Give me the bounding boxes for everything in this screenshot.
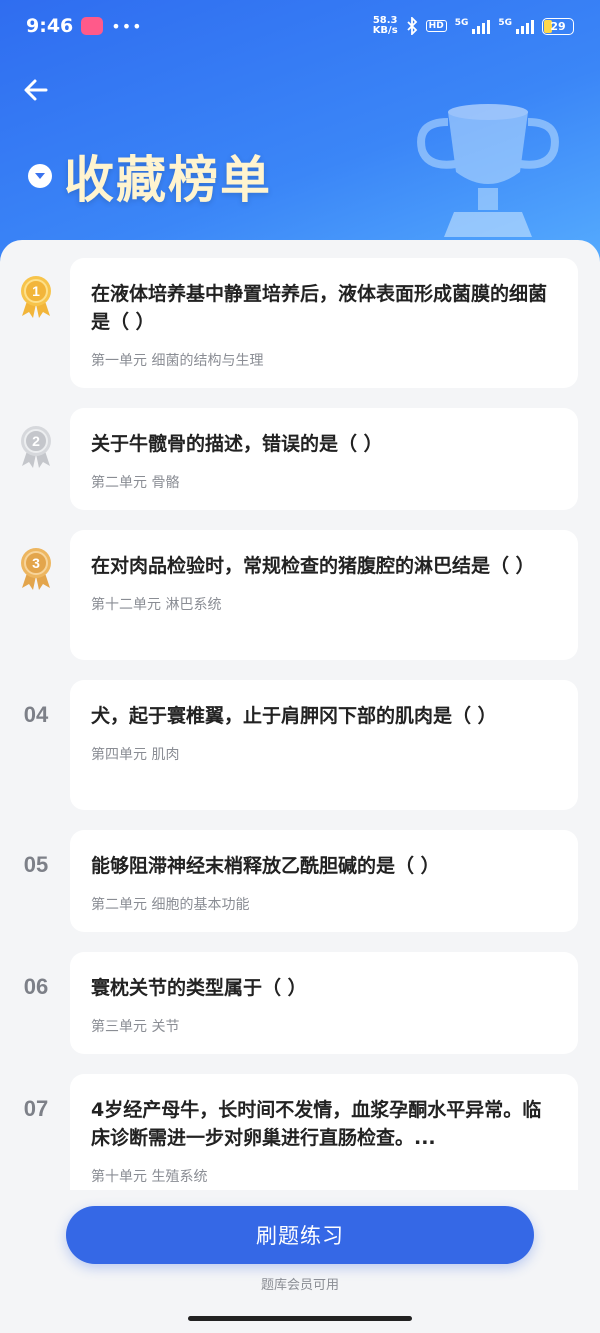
battery-level: 29 [550, 19, 566, 33]
bluetooth-icon [407, 17, 417, 35]
rank-number-wrap: 07 [14, 1096, 58, 1122]
app-notification-icon [81, 17, 104, 35]
unit-label: 第四单元 肌肉 [91, 747, 180, 763]
question-text: 关于牛髋骨的描述，错误的是（ ） [91, 433, 383, 455]
question-card[interactable]: 关于牛髋骨的描述，错误的是（ ） 第二单元 骨骼 [70, 408, 578, 510]
unit-label: 第十二单元 淋巴系统 [91, 597, 222, 613]
signal-icon-2: 5G [498, 18, 534, 34]
rank-number: 07 [23, 1096, 49, 1121]
status-time: 9:46 [26, 15, 74, 37]
page-title-row: 收藏榜单 [28, 140, 272, 212]
rank-badge: 2 [14, 424, 58, 470]
rank-number-wrap: 06 [14, 974, 58, 1000]
unit-label: 第三单元 关节 [91, 1019, 180, 1035]
svg-text:2: 2 [32, 433, 40, 449]
question-text: 在液体培养基中静置培养后，液体表面形成菌膜的细菌是（ ） [91, 283, 548, 333]
silver-medal-icon: 2 [21, 426, 51, 468]
signal-icon: 5G [455, 18, 491, 34]
question-text: 4岁经产母牛，长时间不发情，血浆孕酮水平异常。临床诊断需进一步对卵巢进行直肠检查… [91, 1099, 542, 1149]
network-type-label: 5G [454, 18, 469, 28]
svg-text:1: 1 [32, 283, 40, 299]
question-card[interactable]: 4岁经产母牛，长时间不发情，血浆孕酮水平异常。临床诊断需进一步对卵巢进行直肠检查… [70, 1074, 578, 1190]
question-card[interactable]: 能够阻滞神经末梢释放乙酰胆碱的是（ ） 第二单元 细胞的基本功能 [70, 830, 578, 932]
rank-number: 05 [23, 852, 49, 877]
rank-number: 04 [23, 702, 49, 727]
back-button[interactable] [18, 72, 54, 108]
hd-voice-icon: HD [425, 20, 447, 32]
page-title: 收藏榜单 [64, 151, 272, 209]
membership-note: 题库会员可用 [260, 1278, 339, 1293]
status-indicators: 58.3 KB/s HD 5G 5G 29 [373, 16, 574, 36]
practice-button[interactable]: 刷题练习 [66, 1206, 534, 1264]
status-bar: 9:46 ••• 58.3 KB/s HD 5G 5G 29 [0, 0, 600, 52]
bronze-medal-icon: 3 [21, 548, 51, 590]
rank-number-wrap: 05 [14, 852, 58, 878]
dropdown-icon[interactable] [28, 164, 52, 188]
rank-badge: 3 [14, 546, 58, 592]
rank-number-wrap: 04 [14, 702, 58, 728]
home-indicator[interactable] [188, 1316, 412, 1321]
unit-label: 第十单元 生殖系统 [91, 1169, 208, 1185]
trophy-icon [417, 104, 559, 237]
gold-medal-icon: 1 [21, 276, 51, 318]
question-card[interactable]: 寰枕关节的类型属于（ ） 第三单元 关节 [70, 952, 578, 1054]
network-speed-unit: KB/s [372, 25, 398, 36]
more-notifications-icon: ••• [111, 16, 143, 36]
svg-text:3: 3 [32, 555, 40, 571]
question-text: 寰枕关节的类型属于（ ） [91, 977, 307, 999]
battery-icon: 29 [542, 17, 574, 35]
rank-number: 06 [23, 974, 49, 999]
question-text: 犬，起于寰椎翼，止于肩胛冈下部的肌肉是（ ） [91, 705, 497, 727]
network-type-label-2: 5G [498, 18, 512, 28]
favorites-list: 1 在液体培养基中静置培养后，液体表面形成菌膜的细菌是（ ） 第一单元 细菌的结… [0, 258, 600, 1190]
network-speed: 58.3 KB/s [373, 16, 398, 36]
unit-label: 第二单元 骨骼 [91, 475, 180, 491]
question-card[interactable]: 犬，起于寰椎翼，止于肩胛冈下部的肌肉是（ ） 第四单元 肌肉 [70, 680, 578, 810]
question-card[interactable]: 在液体培养基中静置培养后，液体表面形成菌膜的细菌是（ ） 第一单元 细菌的结构与… [70, 258, 578, 388]
unit-label: 第一单元 细菌的结构与生理 [91, 353, 264, 369]
question-card[interactable]: 在对肉品检验时，常规检查的猪腹腔的淋巴结是（ ） 第十二单元 淋巴系统 [70, 530, 578, 660]
back-arrow-icon [24, 79, 48, 101]
question-text: 在对肉品检验时，常规检查的猪腹腔的淋巴结是（ ） [91, 555, 535, 577]
rank-badge: 1 [14, 274, 58, 320]
question-text: 能够阻滞神经末梢释放乙酰胆碱的是（ ） [91, 855, 440, 877]
unit-label: 第二单元 细胞的基本功能 [91, 897, 250, 913]
